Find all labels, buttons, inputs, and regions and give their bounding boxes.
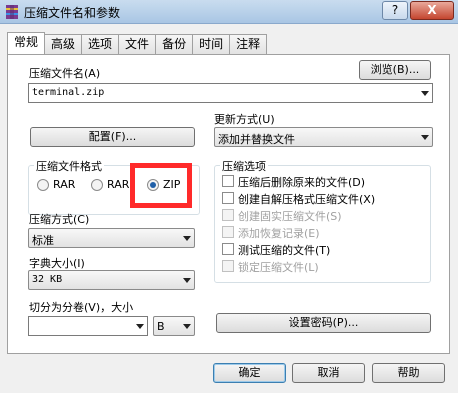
compression-method-label: 压缩方式(C) (29, 213, 90, 226)
tab-options[interactable]: 选项 (81, 34, 120, 54)
browse-button[interactable]: 浏览(B)... (359, 60, 431, 80)
archive-format-title: 压缩文件格式 (34, 158, 104, 174)
checkbox-test[interactable] (222, 243, 234, 255)
split-size-combo[interactable] (28, 316, 148, 336)
compression-method-value: 标准 (32, 234, 54, 247)
tab-time[interactable]: 时间 (192, 34, 231, 54)
radio-rar-label: RAR (53, 178, 76, 191)
checkbox-lock (222, 260, 234, 272)
title-bar: 压缩文件名和参数 ? X (0, 0, 458, 24)
dictionary-size-select[interactable]: 32 KB (28, 270, 195, 290)
radio-rar5[interactable] (91, 179, 103, 191)
window-title: 压缩文件名和参数 (24, 6, 121, 20)
checkbox-recovery-label: 添加恢复记录(E) (238, 227, 320, 240)
update-mode-value: 添加并替换文件 (218, 133, 295, 146)
archiving-options-title: 压缩选项 (220, 158, 268, 174)
checkbox-recovery (222, 226, 234, 238)
update-mode-label: 更新方式(U) (214, 113, 275, 126)
checkbox-sfx[interactable] (222, 192, 234, 204)
dictionary-size-value: 32 KB (32, 274, 63, 285)
checkbox-lock-label: 锁定压缩文件(L) (238, 261, 319, 274)
checkbox-delete-after-label: 压缩后删除原来的文件(D) (238, 176, 366, 189)
checkbox-test-label: 测试压缩的文件(T) (238, 244, 331, 257)
archive-name-value: terminal.zip (32, 87, 105, 98)
chevron-down-icon (421, 135, 429, 140)
radio-rar5-label: RAR5 (107, 178, 129, 191)
checkbox-solid-label: 创建固实压缩文件(S) (238, 210, 342, 223)
tab-backup[interactable]: 备份 (155, 34, 194, 54)
chevron-down-icon (183, 278, 191, 283)
general-tab-panel: 压缩文件名(A) 浏览(B)... terminal.zip 更新方式(U) 配… (7, 54, 450, 354)
split-unit-select[interactable]: B (153, 316, 195, 336)
tab-files[interactable]: 文件 (118, 34, 157, 54)
tab-strip: 常规 高级 选项 文件 备份 时间 注释 (7, 32, 268, 54)
help-button[interactable]: 帮助 (372, 363, 445, 383)
archive-name-combo[interactable]: terminal.zip (28, 83, 433, 103)
ok-button[interactable]: 确定 (213, 363, 286, 383)
split-unit-value: B (157, 320, 165, 333)
highlight-box (130, 163, 192, 208)
checkbox-delete-after[interactable] (222, 175, 234, 187)
checkbox-solid (222, 209, 234, 221)
chevron-down-icon (136, 324, 144, 329)
compression-method-select[interactable]: 标准 (28, 228, 195, 248)
tab-general[interactable]: 常规 (7, 32, 46, 54)
chevron-down-icon (183, 324, 191, 329)
dialog-body: 常规 高级 选项 文件 备份 时间 注释 压缩文件名(A) 浏览(B)... t… (0, 24, 458, 393)
tab-advanced[interactable]: 高级 (44, 34, 83, 54)
update-mode-select[interactable]: 添加并替换文件 (214, 127, 433, 147)
chevron-down-icon (421, 91, 429, 96)
set-password-button[interactable]: 设置密码(P)... (216, 313, 431, 333)
tab-comment[interactable]: 注释 (229, 34, 268, 54)
help-title-button[interactable]: ? (382, 1, 408, 20)
split-volumes-label: 切分为分卷(V)，大小 (29, 301, 134, 314)
checkbox-sfx-label: 创建自解压格式压缩文件(X) (238, 193, 376, 206)
archive-name-label: 压缩文件名(A) (29, 67, 101, 80)
close-button[interactable]: X (410, 1, 454, 20)
radio-rar[interactable] (37, 179, 49, 191)
dictionary-size-label: 字典大小(I) (29, 257, 85, 270)
winrar-app-icon (6, 5, 18, 19)
chevron-down-icon (183, 236, 191, 241)
cancel-button[interactable]: 取消 (292, 363, 365, 383)
profiles-button[interactable]: 配置(F)... (30, 127, 195, 147)
